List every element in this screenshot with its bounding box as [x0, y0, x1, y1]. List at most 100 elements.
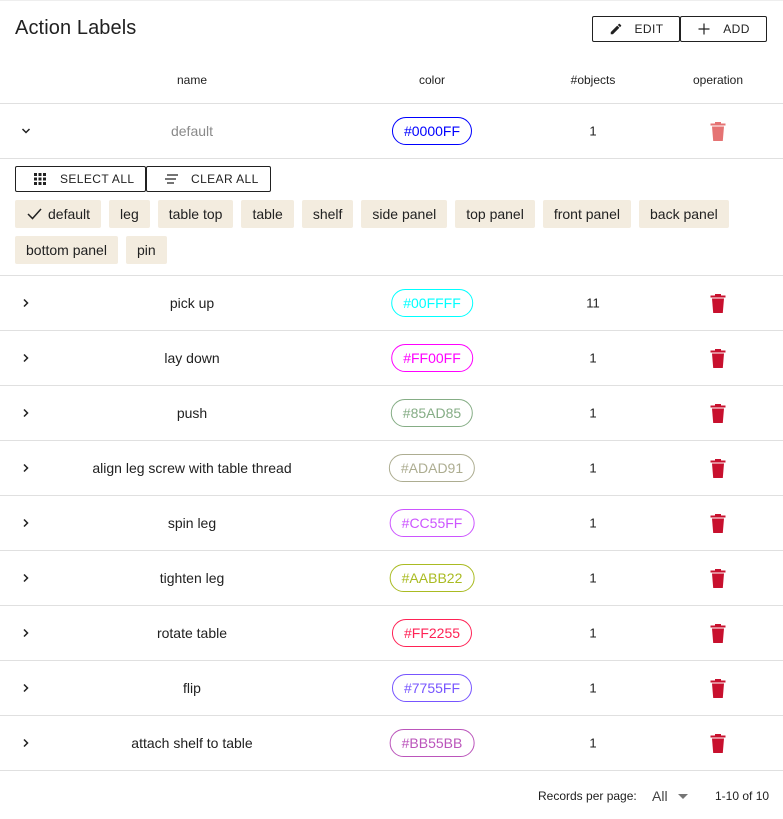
row-name: attach shelf to table	[131, 735, 253, 751]
column-header-operation: operation	[692, 73, 744, 87]
color-chip[interactable]: #ADAD91	[388, 454, 476, 482]
pencil-icon	[609, 22, 623, 36]
object-tag[interactable]: top panel	[455, 200, 535, 228]
object-tag-label: table	[252, 206, 283, 222]
object-count: 1	[589, 515, 597, 531]
object-tag[interactable]: leg	[109, 200, 150, 228]
clear-all-label: CLEAR ALL	[191, 172, 259, 186]
row-name: push	[176, 405, 208, 421]
trash-icon[interactable]	[709, 678, 727, 698]
trash-icon[interactable]	[709, 733, 727, 753]
object-tag-label: pin	[136, 242, 156, 258]
color-chip[interactable]: #00FFFF	[391, 289, 473, 317]
pagination-range: 1-10 of 10	[715, 789, 770, 803]
object-count: 1	[589, 350, 597, 366]
trash-icon[interactable]	[709, 403, 727, 423]
chevron-right-icon[interactable]	[18, 570, 34, 586]
row-name: spin leg	[167, 515, 217, 531]
color-chip[interactable]: #0000FF	[391, 117, 473, 145]
object-tag[interactable]: back panel	[639, 200, 729, 228]
row-name: tighten leg	[159, 570, 225, 586]
column-header-objects[interactable]: #objects	[571, 73, 616, 87]
column-header-name[interactable]: name	[177, 73, 207, 87]
object-tag-label: front panel	[553, 206, 620, 222]
object-tag-label: top panel	[466, 206, 524, 222]
edit-button-label: EDIT	[634, 22, 664, 36]
table-row: spin leg #CC55FF 1	[0, 495, 783, 550]
object-tag[interactable]: default	[15, 200, 102, 228]
object-tag-label: back panel	[650, 206, 718, 222]
clear-all-button[interactable]: CLEAR ALL	[146, 166, 271, 192]
object-tag-label: leg	[120, 206, 139, 222]
page-title: Action Labels	[15, 17, 137, 39]
chevron-right-icon[interactable]	[18, 735, 34, 751]
row-name: rotate table	[156, 625, 228, 641]
select-all-label: SELECT ALL	[60, 172, 135, 186]
check-icon	[26, 207, 42, 221]
color-chip[interactable]: #FF00FF	[391, 344, 473, 372]
object-count: 1	[589, 680, 597, 696]
records-per-page-value: All	[652, 788, 668, 804]
table-row: align leg screw with table thread #ADAD91…	[0, 440, 783, 495]
chevron-down-icon[interactable]	[18, 123, 34, 139]
clear-list-icon	[164, 172, 178, 186]
object-tag[interactable]: table	[241, 200, 294, 228]
object-count: 1	[589, 123, 597, 139]
object-tag-label: side panel	[372, 206, 437, 222]
trash-icon[interactable]	[709, 293, 727, 313]
caret-down-icon	[677, 793, 688, 799]
chevron-right-icon[interactable]	[18, 295, 34, 311]
trash-icon[interactable]	[709, 348, 727, 368]
trash-icon	[709, 121, 727, 141]
color-chip[interactable]: #CC55FF	[389, 509, 475, 537]
plus-icon	[697, 22, 711, 36]
chevron-right-icon[interactable]	[18, 680, 34, 696]
trash-icon[interactable]	[709, 568, 727, 588]
row-expansion-panel: SELECT ALL CLEAR ALL default leg table top…	[0, 158, 783, 275]
grid-icon	[33, 172, 47, 186]
chevron-right-icon[interactable]	[18, 460, 34, 476]
row-name: lay down	[164, 350, 220, 366]
trash-icon[interactable]	[709, 458, 727, 478]
object-count: 11	[586, 295, 600, 311]
action-labels-panel: Action Labels EDIT ADD name color #objec…	[0, 0, 783, 819]
trash-icon[interactable]	[709, 513, 727, 533]
object-tag[interactable]: side panel	[361, 200, 448, 228]
object-count: 1	[589, 735, 597, 751]
chevron-right-icon[interactable]	[18, 515, 34, 531]
object-tag[interactable]: shelf	[301, 200, 354, 228]
color-chip[interactable]: #BB55BB	[389, 729, 475, 757]
select-all-button[interactable]: SELECT ALL	[15, 166, 146, 192]
chevron-right-icon[interactable]	[18, 405, 34, 421]
records-per-page-select[interactable]: All	[652, 785, 688, 807]
chevron-right-icon[interactable]	[18, 625, 34, 641]
color-chip[interactable]: #7755FF	[391, 674, 473, 702]
chevron-right-icon[interactable]	[18, 350, 34, 366]
table-row: attach shelf to table #BB55BB 1	[0, 715, 783, 770]
edit-button[interactable]: EDIT	[592, 16, 680, 42]
object-tag-label: default	[48, 206, 91, 222]
color-chip[interactable]: #FF2255	[391, 619, 473, 647]
table-row: flip #7755FF 1	[0, 660, 783, 715]
row-name: flip	[183, 680, 201, 696]
color-chip[interactable]: #85AD85	[390, 399, 474, 427]
add-button[interactable]: ADD	[680, 16, 767, 42]
add-button-label: ADD	[723, 22, 750, 36]
column-header-color[interactable]: color	[419, 73, 445, 87]
object-tag-label: bottom panel	[26, 242, 107, 258]
table-footer: Records per page: All 1-10 of 10	[0, 770, 783, 819]
object-count: 1	[589, 460, 597, 476]
object-count: 1	[589, 405, 597, 421]
row-name: pick up	[169, 295, 215, 311]
table-row: rotate table #FF2255 1	[0, 605, 783, 660]
table-row: push #85AD85 1	[0, 385, 783, 440]
object-tag[interactable]: front panel	[542, 200, 631, 228]
object-count: 1	[589, 570, 597, 586]
object-tag-label: table top	[168, 206, 223, 222]
color-chip[interactable]: #AABB22	[389, 564, 475, 592]
row-name: default	[170, 123, 214, 139]
trash-icon[interactable]	[709, 623, 727, 643]
object-tag[interactable]: table top	[157, 200, 234, 228]
object-tag[interactable]: bottom panel	[15, 236, 118, 264]
object-tag[interactable]: pin	[125, 236, 167, 264]
